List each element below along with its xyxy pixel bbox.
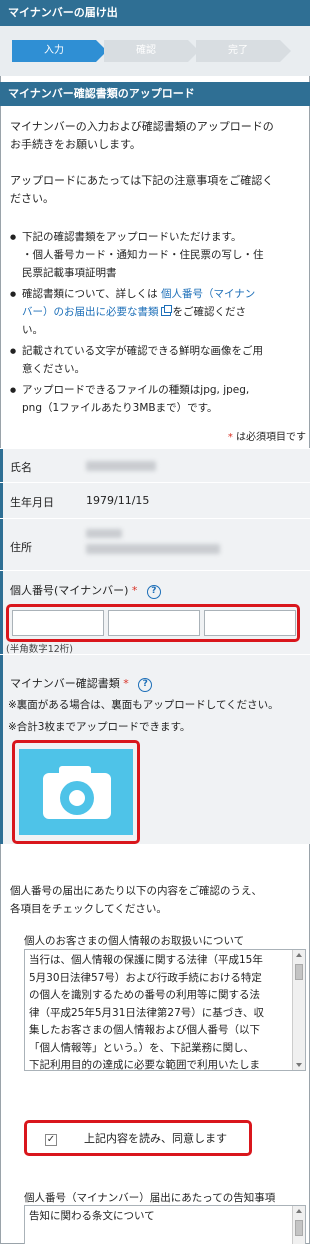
mynumber-label-group: 個人番号(マイナンバー) * ?: [10, 582, 161, 599]
address-value-redacted: [86, 529, 122, 538]
privacy-line: の個人を識別するための番号の利用等に関する法: [29, 989, 260, 1001]
note-text: 民票記載事項証明書: [22, 267, 117, 279]
progress-steps: 入力 確認 完了: [0, 26, 310, 76]
note-item: 確認書類について、詳しくは 個人番号（マイナン バー）のお届出に必要な書類 をご確…: [10, 285, 304, 339]
mynumber-label: 個人番号(マイナンバー): [10, 584, 129, 597]
required-documents-link[interactable]: 個人番号（マイナン: [161, 288, 255, 300]
scroll-down-icon[interactable]: [296, 1063, 302, 1067]
app-title: マイナンバーの届け出: [8, 6, 118, 19]
step-input-label: 入力: [44, 45, 64, 56]
note-text: 記載されている文字が確認できる鮮明な画像をご用: [22, 345, 263, 357]
dob-row: 生年月日 1979/11/15: [0, 482, 310, 518]
privacy-line: 律（平成25年5月31日法律第27号）に基づき、収: [29, 1006, 265, 1019]
note-text: 確認書類について、詳しくは: [22, 288, 158, 300]
notice-text: 告知に関わる条文について: [29, 1210, 155, 1222]
privacy-line: 下記利用目的の達成に必要な範囲で利用いたしま: [29, 1059, 260, 1071]
note-item: 下記の確認書類をアップロードいただけます。 ・個人番号カード・通知カード・住民票…: [10, 228, 304, 282]
intro-line: アップロードにあたっては下記の注意事項をご確認く: [10, 174, 274, 187]
required-note-text: は必須項目です: [236, 432, 306, 443]
note-item: アップロードできるファイルの種類はjpg, jpeg, png（1ファイルあたり…: [10, 381, 304, 417]
step-confirm: 確認: [104, 40, 199, 62]
address-label: 住所: [10, 541, 32, 554]
privacy-heading: 個人のお客さまの個人情報のお取扱いについて: [24, 935, 245, 947]
document-label-group: マイナンバー確認書類 * ?: [10, 675, 153, 692]
help-icon[interactable]: ?: [146, 585, 161, 599]
address-value-redacted: [86, 544, 220, 554]
address-row: 住所: [0, 518, 310, 570]
required-note: * は必須項目です: [228, 428, 306, 443]
notice-scrollbar[interactable]: [292, 1206, 305, 1244]
row-accent: [0, 571, 3, 654]
consent-intro-line: 個人番号の届出にあたり以下の内容をご確認のうえ、: [10, 885, 262, 897]
name-label: 氏名: [10, 461, 32, 474]
row-accent: [0, 449, 3, 482]
intro-line: マイナンバーの入力および確認書類のアップロードの: [10, 120, 274, 133]
external-link-icon: [160, 305, 172, 316]
scroll-thumb[interactable]: [295, 964, 303, 980]
consent-intro: 個人番号の届出にあたり以下の内容をご確認のうえ、 各項目をチェックしてください。: [10, 882, 302, 918]
note-text: アップロードできるファイルの種類はjpg, jpeg,: [22, 384, 250, 396]
consent-intro-line: 各項目をチェックしてください。: [10, 903, 167, 915]
mynumber-hint: (半角数字12桁): [6, 644, 74, 655]
document-label: マイナンバー確認書類: [10, 677, 120, 690]
step-input: 入力: [12, 40, 107, 62]
row-accent: [0, 483, 3, 518]
privacy-line: 5月30日法律57号）および行政手続における特定: [29, 971, 262, 984]
note-text: ・個人番号カード・通知カード・住民票の写し・住: [22, 249, 264, 261]
privacy-scrollbar[interactable]: [292, 950, 305, 1070]
dob-label: 生年月日: [10, 496, 54, 509]
row-accent: [0, 519, 3, 570]
step-confirm-label: 確認: [136, 45, 156, 56]
step-complete: 完了: [196, 40, 291, 62]
step-complete-label: 完了: [228, 45, 248, 56]
app-header: マイナンバーの届け出: [0, 0, 310, 26]
required-mark: *: [123, 677, 129, 690]
note-text: png（1ファイルあたり3MBまで）です。: [22, 402, 218, 414]
intro-text: マイナンバーの入力および確認書類のアップロードの お手続きをお願いします。: [10, 118, 302, 154]
note-text: い。: [22, 324, 43, 336]
note-text: をご確認くださ: [172, 306, 247, 318]
note-text: 下記の確認書類をアップロードいただけます。: [22, 231, 242, 243]
privacy-policy-text: 当行は、個人情報の保護に関する法律（平成15年 5月30日法律57号）および行政手…: [29, 952, 287, 1071]
intro-text: アップロードにあたっては下記の注意事項をご確認く ださい。: [10, 172, 302, 208]
required-documents-link-cont[interactable]: バー）のお届出に必要な書類: [22, 306, 159, 318]
privacy-line: 当行は、個人情報の保護に関する法律（平成15年: [29, 954, 263, 966]
privacy-line: 「個人情報等」という。）を、下記業務に関し、: [29, 1041, 255, 1054]
camera-highlight: [12, 740, 140, 844]
privacy-line: 集したお客さまの個人情報および個人番号（以下: [29, 1024, 260, 1036]
scroll-up-icon[interactable]: [296, 953, 302, 957]
privacy-policy-textbox[interactable]: 当行は、個人情報の保護に関する法律（平成15年 5月30日法律57号）および行政手…: [24, 949, 306, 1071]
document-note: ※合計3枚までアップロードできます。: [8, 721, 191, 733]
name-value-redacted: [86, 461, 156, 471]
scroll-thumb[interactable]: [295, 1220, 303, 1236]
intro-line: ださい。: [10, 192, 54, 205]
intro-line: お手続きをお願いします。: [10, 138, 141, 151]
required-mark: *: [131, 584, 138, 597]
document-note: ※裏面がある場合は、裏面もアップロードしてください。: [8, 699, 279, 711]
name-row: 氏名: [0, 448, 310, 482]
agree-highlight: [24, 1120, 252, 1156]
required-mark: *: [227, 432, 233, 443]
dob-value: 1979/11/15: [86, 494, 150, 507]
note-text: 意ください。: [22, 363, 85, 375]
scroll-up-icon[interactable]: [296, 1209, 302, 1213]
row-accent: [0, 655, 3, 844]
help-icon[interactable]: ?: [138, 678, 153, 692]
notes-list: 下記の確認書類をアップロードいただけます。 ・個人番号カード・通知カード・住民票…: [10, 228, 304, 420]
section-title: マイナンバー確認書類のアップロード: [0, 82, 310, 106]
notice-textbox[interactable]: 告知に関わる条文について: [24, 1205, 306, 1244]
mynumber-highlight: [6, 604, 300, 642]
note-item: 記載されている文字が確認できる鮮明な画像をご用 意ください。: [10, 342, 304, 378]
